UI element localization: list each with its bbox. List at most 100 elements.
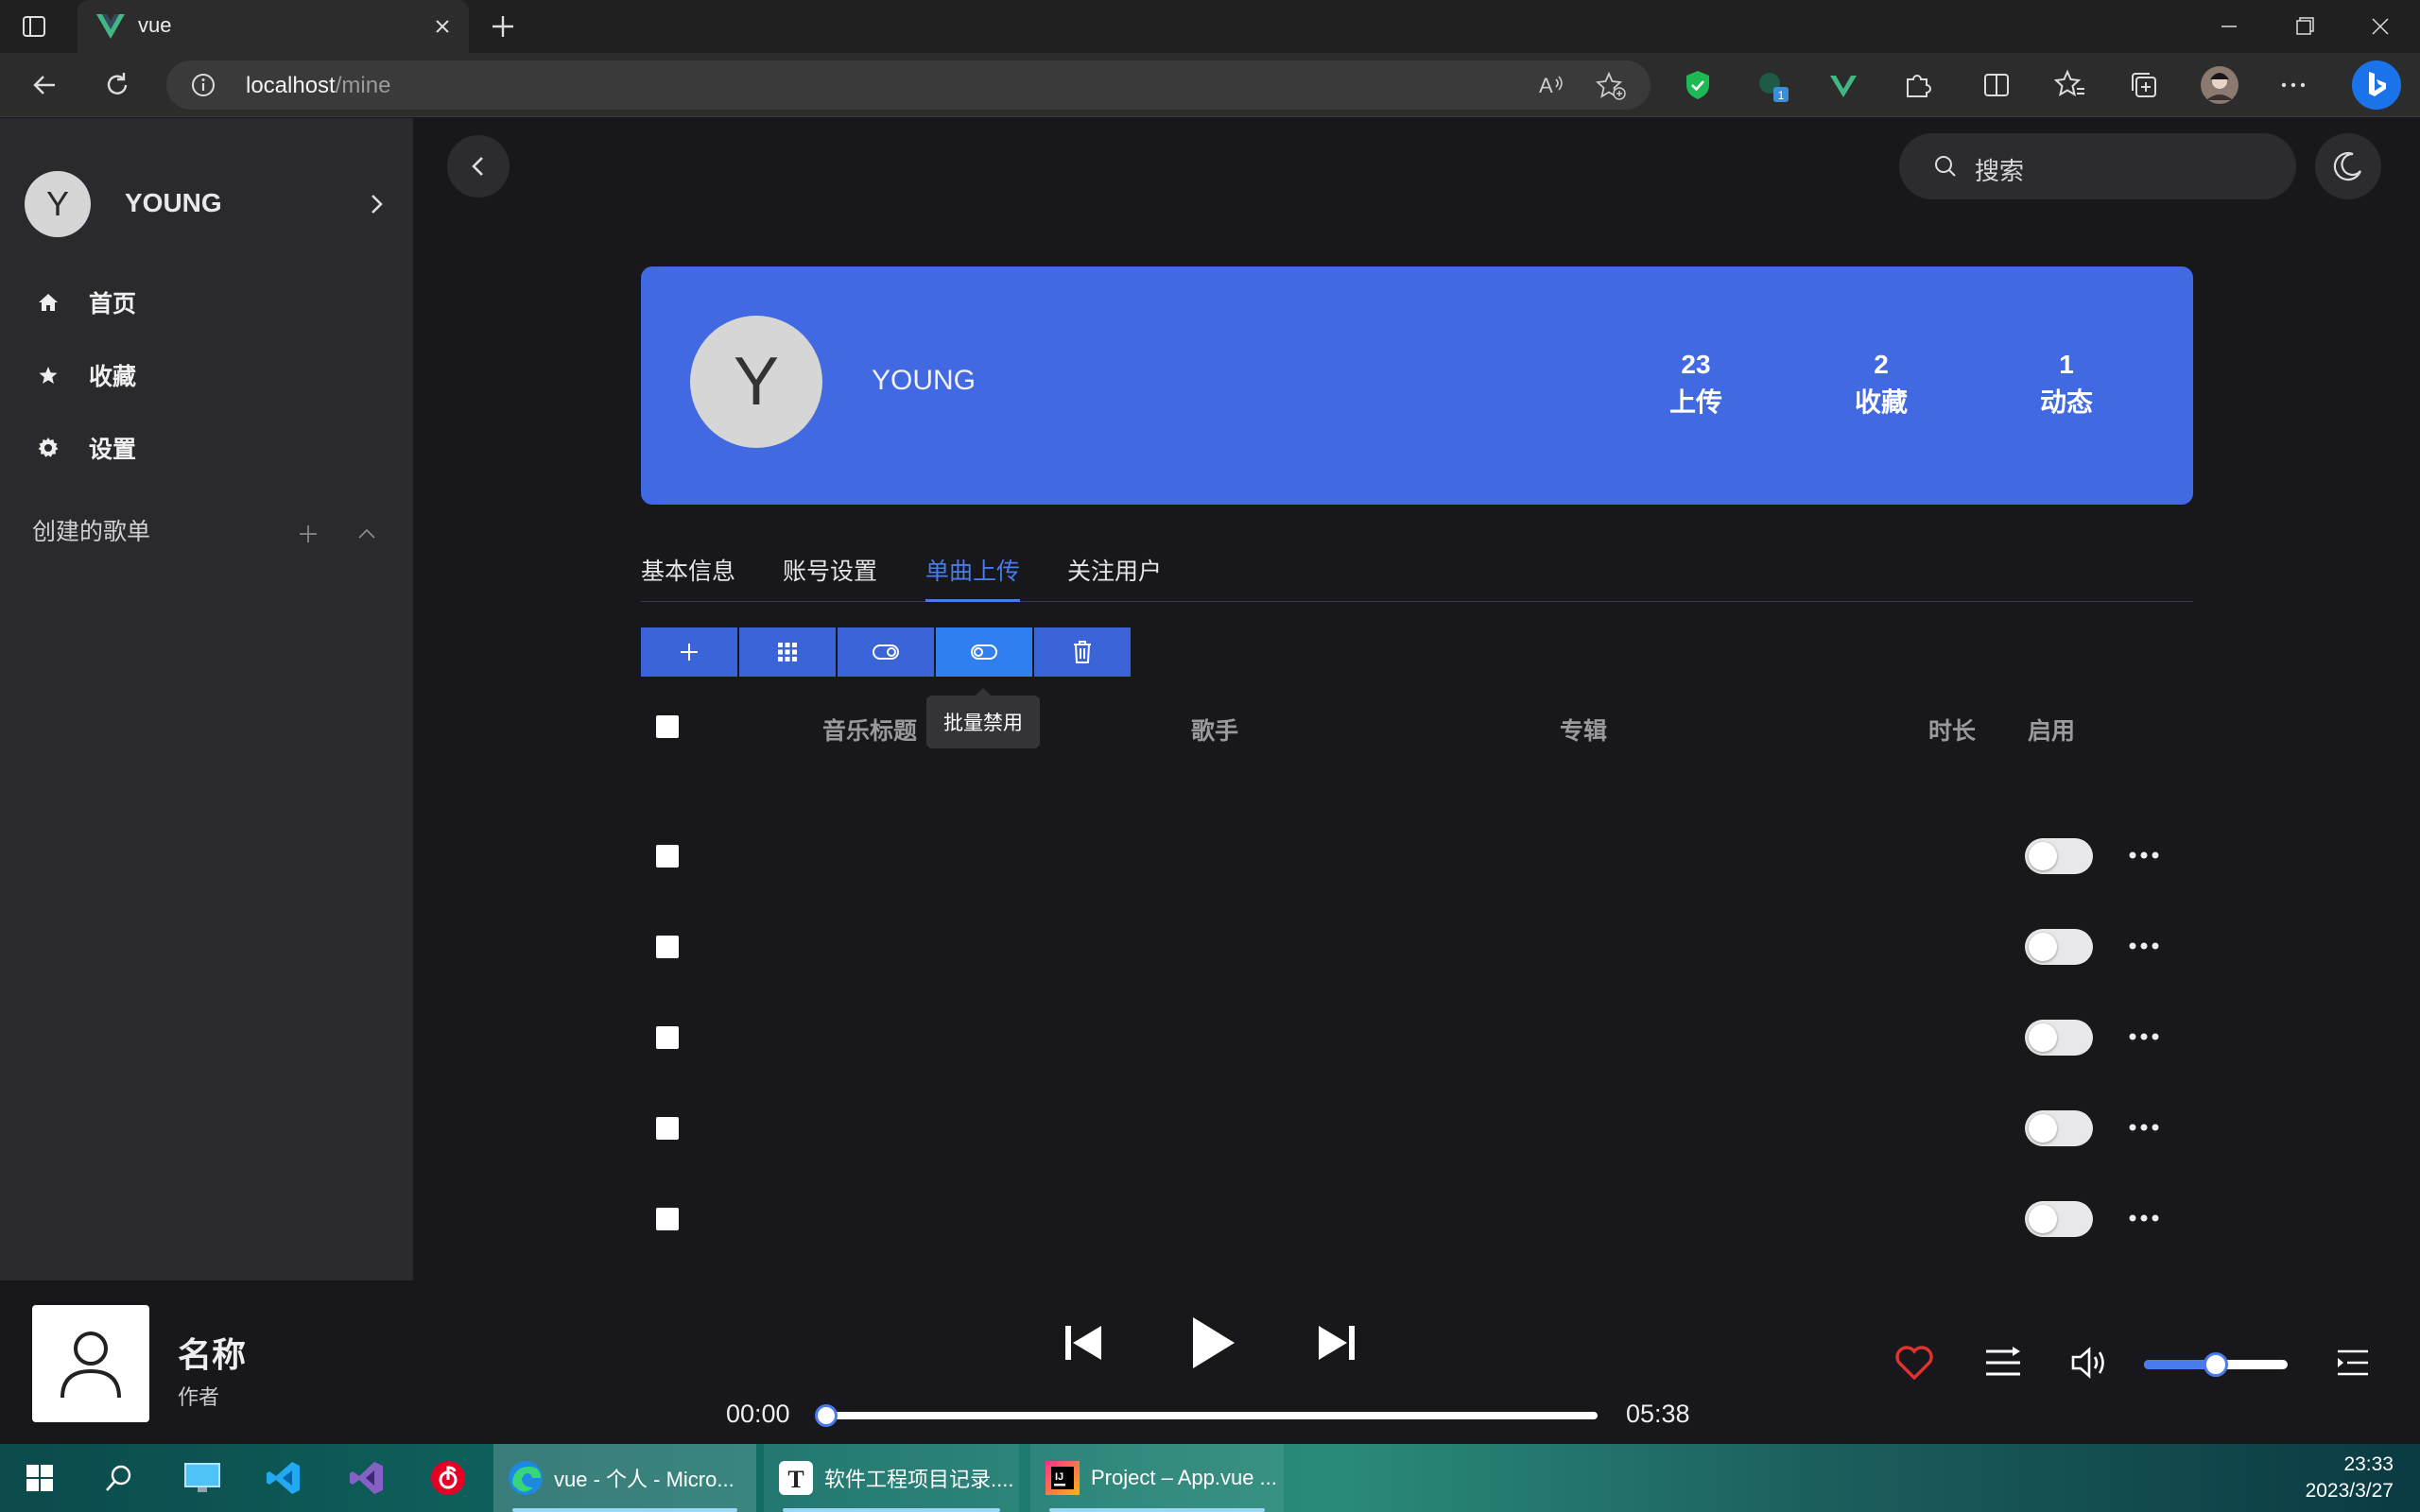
tab-single-upload[interactable]: 单曲上传 (925, 553, 1021, 602)
star-icon (34, 361, 62, 389)
restore-icon[interactable] (2276, 8, 2333, 45)
sidebar-item-home[interactable]: 首页 (34, 279, 374, 326)
desktop-icon[interactable] (182, 1457, 223, 1499)
row-checkbox[interactable] (656, 1208, 679, 1230)
search-icon[interactable] (98, 1457, 140, 1499)
column-header-artist[interactable]: 歌手 (1191, 713, 1238, 747)
collections-icon[interactable] (2125, 66, 2163, 104)
batch-select-button[interactable] (739, 627, 836, 677)
playlist-mode-icon[interactable] (1981, 1341, 2025, 1384)
tab-following[interactable]: 关注用户 (1067, 553, 1162, 602)
search-placeholder: 搜索 (1975, 157, 2025, 185)
address-bar[interactable]: localhost/mine A (166, 60, 1651, 110)
row-checkbox[interactable] (656, 936, 679, 958)
previous-track-icon[interactable] (1059, 1318, 1108, 1367)
add-favorite-icon[interactable] (1596, 72, 1626, 100)
add-song-button[interactable] (641, 627, 737, 677)
netease-music-icon[interactable] (427, 1457, 469, 1499)
queue-list-icon[interactable] (2331, 1341, 2375, 1384)
toggle-on-icon (872, 643, 900, 662)
batch-delete-button[interactable] (1034, 627, 1131, 677)
heart-icon[interactable] (1893, 1341, 1936, 1384)
minimize-icon[interactable] (2201, 8, 2257, 45)
theme-toggle-button[interactable] (2315, 133, 2381, 199)
row-checkbox[interactable] (656, 845, 679, 868)
close-window-icon[interactable] (2352, 8, 2409, 45)
site-info-icon[interactable] (191, 73, 216, 97)
select-all-checkbox[interactable] (656, 715, 679, 738)
toggle-off-icon (970, 643, 998, 662)
table-row[interactable] (641, 919, 2193, 975)
table-row[interactable] (641, 1191, 2193, 1247)
stat-uploads[interactable]: 23 上传 (1649, 346, 1743, 421)
sidebar-item-label: 收藏 (89, 364, 137, 390)
sidebar-item-favorites[interactable]: 收藏 (34, 352, 374, 399)
jetbrains-icon: IJ (1044, 1459, 1081, 1497)
more-dots-icon[interactable] (2125, 1113, 2163, 1142)
column-header-album[interactable]: 专辑 (1560, 713, 1607, 747)
chevron-up-icon[interactable] (355, 524, 378, 543)
profile-tabs: 基本信息 账号设置 单曲上传 关注用户 (641, 553, 2193, 602)
back-arrow-icon[interactable] (26, 66, 64, 104)
visual-studio-icon[interactable] (346, 1457, 388, 1499)
windows-start-icon[interactable] (19, 1457, 60, 1499)
extension-badge-icon[interactable]: 1 (1753, 66, 1790, 104)
search-input[interactable]: 搜索 (1899, 133, 2296, 199)
enable-toggle[interactable] (2025, 1201, 2093, 1237)
tab-basic-info[interactable]: 基本信息 (641, 553, 735, 602)
split-screen-icon[interactable] (1978, 66, 2015, 104)
add-playlist-icon[interactable] (297, 523, 320, 545)
column-header-enabled[interactable]: 启用 (2028, 713, 2075, 747)
progress-thumb[interactable] (815, 1404, 838, 1427)
enable-toggle[interactable] (2025, 1020, 2093, 1056)
taskbar-app-webstorm[interactable]: IJ Project – App.vue ... (1030, 1444, 1284, 1512)
volume-thumb[interactable] (2204, 1352, 2228, 1377)
vue-devtools-icon[interactable] (1824, 66, 1862, 104)
system-clock[interactable]: 23:33 2023/3/27 (2306, 1452, 2394, 1504)
row-checkbox[interactable] (656, 1117, 679, 1140)
close-tab-icon[interactable] (429, 13, 456, 40)
more-options-icon[interactable] (2274, 66, 2312, 104)
enable-toggle[interactable] (2025, 838, 2093, 874)
more-dots-icon[interactable] (2125, 1022, 2163, 1051)
back-button[interactable] (447, 135, 510, 198)
profile-avatar[interactable] (2199, 64, 2238, 104)
row-checkbox[interactable] (656, 1026, 679, 1049)
tab-actions-icon[interactable] (21, 13, 59, 40)
favorites-icon[interactable] (2051, 66, 2089, 104)
progress-slider[interactable] (815, 1404, 1598, 1427)
table-row[interactable] (641, 1100, 2193, 1157)
column-header-duration[interactable]: 时长 (1928, 713, 1976, 747)
more-dots-icon[interactable] (2125, 841, 2163, 869)
taskbar-app-edge[interactable]: vue - 个人 - Micro... (493, 1444, 756, 1512)
sidebar-item-settings[interactable]: 设置 (34, 424, 374, 472)
table-row[interactable] (641, 1009, 2193, 1066)
album-cover[interactable] (32, 1305, 149, 1422)
next-track-icon[interactable] (1312, 1318, 1361, 1367)
refresh-icon[interactable] (98, 66, 136, 104)
extensions-puzzle-icon[interactable] (1898, 66, 1936, 104)
batch-disable-button[interactable] (936, 627, 1032, 677)
volume-icon[interactable] (2068, 1341, 2112, 1384)
more-dots-icon[interactable] (2125, 1204, 2163, 1232)
shield-extension-icon[interactable] (1679, 66, 1717, 104)
taskbar-app-typora[interactable]: T 软件工程项目记录.... (764, 1444, 1019, 1512)
batch-enable-button[interactable] (838, 627, 934, 677)
more-dots-icon[interactable] (2125, 932, 2163, 960)
user-profile-link[interactable]: Y YOUNG (25, 171, 393, 239)
stat-posts[interactable]: 1 动态 (2019, 346, 2114, 421)
stat-favorites[interactable]: 2 收藏 (1834, 346, 1928, 421)
bing-copilot-icon[interactable] (2350, 59, 2403, 112)
new-tab-icon[interactable] (488, 11, 518, 42)
browser-tab[interactable]: vue (78, 0, 469, 53)
vscode-icon[interactable] (263, 1457, 304, 1499)
play-icon[interactable] (1184, 1314, 1240, 1371)
enable-toggle[interactable] (2025, 1110, 2093, 1146)
song-title: 名称 (178, 1335, 247, 1374)
volume-slider[interactable] (2144, 1352, 2288, 1377)
enable-toggle[interactable] (2025, 929, 2093, 965)
read-aloud-icon[interactable]: A (1539, 72, 1567, 98)
column-header-title[interactable]: 音乐标题 (822, 713, 917, 747)
table-row[interactable] (641, 828, 2193, 885)
tab-account-settings[interactable]: 账号设置 (783, 553, 877, 602)
